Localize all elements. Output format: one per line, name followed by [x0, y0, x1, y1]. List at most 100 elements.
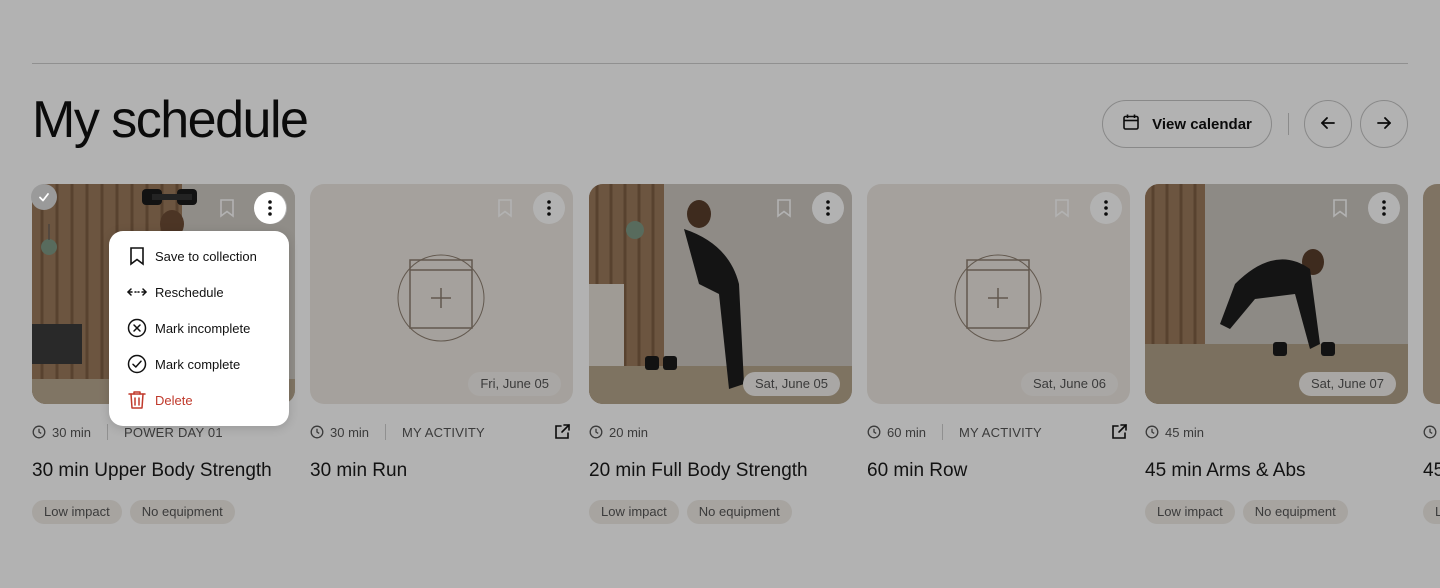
card-title[interactable]: 45 [1423, 460, 1440, 482]
external-link-icon[interactable] [1110, 423, 1128, 444]
card-meta [1423, 422, 1440, 442]
menu-item-label: Reschedule [155, 284, 224, 300]
header-separator [1288, 113, 1289, 135]
duration: 45 min [1145, 425, 1204, 440]
more-vertical-icon [547, 200, 551, 216]
card-chips: Low impact No equipment [589, 500, 792, 524]
more-options-button[interactable] [1368, 192, 1400, 224]
bookmark-icon [127, 246, 147, 266]
bookmark-icon [498, 199, 512, 218]
bookmark-button[interactable] [1046, 192, 1078, 224]
calendar-icon [1122, 113, 1140, 135]
workout-card-partial[interactable]: 45 L [1423, 184, 1440, 524]
card-title[interactable]: 45 min Arms & Abs [1145, 460, 1306, 482]
bookmark-button[interactable] [768, 192, 800, 224]
card-meta: 45 min [1145, 422, 1408, 442]
meta-separator [942, 424, 944, 440]
workout-thumbnail[interactable] [1423, 184, 1440, 404]
chip-low-impact: Low impact [589, 500, 679, 524]
view-calendar-button[interactable]: View calendar [1102, 100, 1272, 148]
add-activity-illustration [397, 254, 485, 342]
duration-label: 60 min [887, 424, 927, 440]
chip-low-impact: Low impact [1145, 500, 1235, 524]
bookmark-icon [220, 199, 234, 218]
view-calendar-label: View calendar [1152, 115, 1252, 133]
bookmark-icon [777, 199, 791, 218]
arrow-right-icon [1375, 114, 1393, 135]
x-circle-icon [127, 318, 147, 338]
clock-icon [867, 425, 881, 439]
duration-label: 20 min [609, 424, 649, 440]
previous-button[interactable] [1304, 100, 1352, 148]
chip-no-equipment: No equipment [129, 500, 235, 524]
more-vertical-icon [826, 200, 830, 216]
chip-no-equipment: No equipment [686, 500, 792, 524]
chip-no-equipment: No equipment [1242, 500, 1348, 524]
card-meta: 60 min MY ACTIVITY [867, 422, 1130, 442]
bookmark-icon [1055, 199, 1069, 218]
clock-icon [310, 425, 324, 439]
bookmark-icon [1333, 199, 1347, 218]
card-meta: 30 min MY ACTIVITY [310, 422, 573, 442]
clock-icon [589, 425, 603, 439]
card-title[interactable]: 30 min Upper Body Strength [32, 460, 272, 482]
activity-card[interactable]: Sat, June 06 60 min MY ACTIVITY 60 min R… [867, 184, 1130, 481]
card-meta: 20 min [589, 422, 852, 442]
workout-thumbnail[interactable]: Sat, June 05 [589, 184, 852, 404]
arrows-horizontal-icon [127, 282, 147, 302]
more-vertical-icon [268, 200, 272, 216]
external-link-icon[interactable] [553, 423, 571, 444]
date-badge: Sat, June 07 [1299, 372, 1396, 396]
clock-icon [32, 425, 46, 439]
trash-icon [127, 390, 147, 410]
menu-item-save-to-collection[interactable]: Save to collection [109, 238, 289, 274]
more-options-button[interactable] [1090, 192, 1122, 224]
arrow-left-icon [1319, 114, 1337, 135]
duration: 20 min [589, 425, 648, 440]
clock-icon [1423, 425, 1437, 439]
workout-thumbnail[interactable]: Sat, June 07 [1145, 184, 1408, 404]
schedule-page: My schedule View calendar 30 min POWER D… [0, 0, 1440, 588]
card-title[interactable]: 30 min Run [310, 460, 407, 482]
menu-item-label: Mark incomplete [155, 320, 251, 336]
bookmark-button[interactable] [211, 192, 243, 224]
check-icon [39, 193, 49, 202]
completed-badge [31, 184, 57, 210]
bookmark-button[interactable] [489, 192, 521, 224]
chip-low-impact: Low impact [32, 500, 122, 524]
more-options-button[interactable] [812, 192, 844, 224]
more-vertical-icon [1382, 200, 1386, 216]
duration: 60 min [867, 425, 926, 440]
activity-thumbnail[interactable]: Sat, June 06 [867, 184, 1130, 404]
duration-label: 30 min [52, 424, 92, 440]
workout-card[interactable]: Sat, June 05 20 min 20 min Full Body Str… [589, 184, 852, 524]
menu-item-delete[interactable]: Delete [109, 382, 289, 418]
menu-item-reschedule[interactable]: Reschedule [109, 274, 289, 310]
duration-label: 30 min [330, 424, 370, 440]
bookmark-button[interactable] [1324, 192, 1356, 224]
program-tag: POWER DAY 01 [124, 424, 223, 440]
more-vertical-icon [1104, 200, 1108, 216]
workout-photo [1145, 184, 1408, 404]
more-options-button-active[interactable] [254, 192, 286, 224]
card-title[interactable]: 60 min Row [867, 460, 967, 482]
menu-item-mark-incomplete[interactable]: Mark incomplete [109, 310, 289, 346]
card-context-menu: Save to collection Reschedule Mark incom… [109, 231, 289, 426]
activity-thumbnail[interactable]: Fri, June 05 [310, 184, 573, 404]
date-badge: Fri, June 05 [468, 372, 561, 396]
menu-item-mark-complete[interactable]: Mark complete [109, 346, 289, 382]
menu-item-label: Save to collection [155, 248, 257, 264]
activity-tag: MY ACTIVITY [402, 424, 485, 440]
menu-item-label: Delete [155, 392, 193, 408]
workout-card[interactable]: Sat, June 07 45 min 45 min Arms & Abs Lo… [1145, 184, 1408, 524]
card-chips: Low impact No equipment [1145, 500, 1348, 524]
workout-photo [589, 184, 852, 404]
next-button[interactable] [1360, 100, 1408, 148]
card-title[interactable]: 20 min Full Body Strength [589, 460, 808, 482]
duration: 30 min [32, 425, 91, 440]
clock-icon [1145, 425, 1159, 439]
activity-card[interactable]: Fri, June 05 30 min MY ACTIVITY 30 min R… [310, 184, 573, 481]
meta-separator [385, 424, 387, 440]
duration-label: 45 min [1165, 424, 1205, 440]
more-options-button[interactable] [533, 192, 565, 224]
